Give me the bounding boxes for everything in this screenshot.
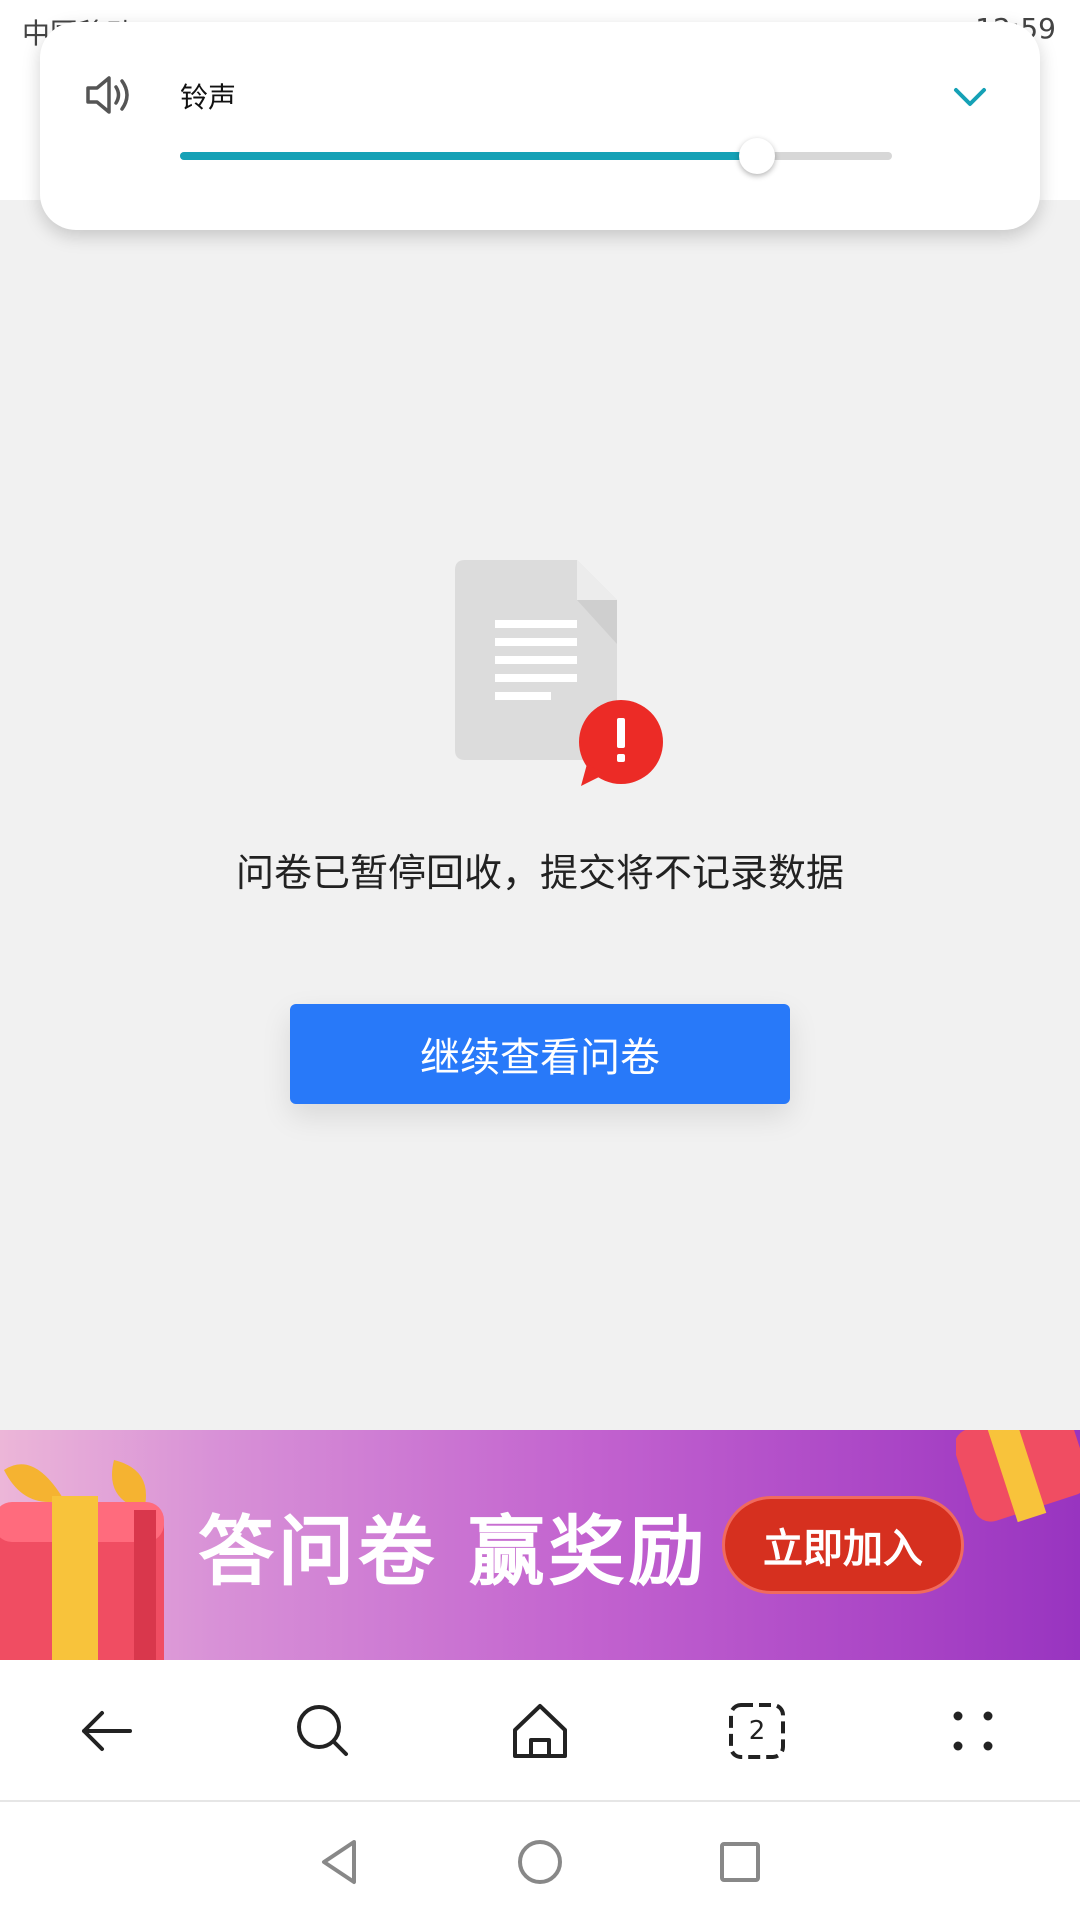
paused-message: 问卷已暂停回收，提交将不记录数据: [235, 851, 844, 895]
continue-view-button[interactable]: 继续查看问卷: [290, 1004, 790, 1104]
gift-icon: [0, 1460, 164, 1660]
menu-dots-icon[interactable]: [938, 1696, 1008, 1766]
volume-slider-fill: [180, 152, 757, 160]
browser-toolbar: 2: [0, 1660, 1080, 1802]
volume-panel: 铃声: [40, 22, 1040, 230]
volume-slider[interactable]: [180, 138, 892, 174]
tab-count: 2: [748, 1716, 766, 1746]
volume-slider-thumb[interactable]: [738, 138, 775, 174]
home-icon[interactable]: [505, 1696, 575, 1766]
promo-banner[interactable]: 答问卷 赢奖励 立即加入: [0, 1430, 1080, 1660]
chevron-down-icon[interactable]: [946, 72, 994, 120]
join-now-button[interactable]: 立即加入: [722, 1496, 964, 1594]
volume-label: 铃声: [180, 81, 237, 114]
search-icon[interactable]: [288, 1696, 358, 1766]
nav-home-icon[interactable]: [512, 1834, 568, 1890]
speaker-icon[interactable]: [82, 68, 136, 122]
nav-back-icon[interactable]: [312, 1834, 368, 1890]
banner-headline: 答问卷 赢奖励: [198, 1507, 709, 1596]
system-nav-bar: [0, 1802, 1080, 1920]
gift-icon: [956, 1430, 1080, 1523]
tabs-button[interactable]: 2: [722, 1696, 792, 1766]
back-arrow-icon[interactable]: [72, 1696, 142, 1766]
nav-recents-icon[interactable]: [712, 1834, 768, 1890]
document-alert-icon: [455, 560, 663, 786]
